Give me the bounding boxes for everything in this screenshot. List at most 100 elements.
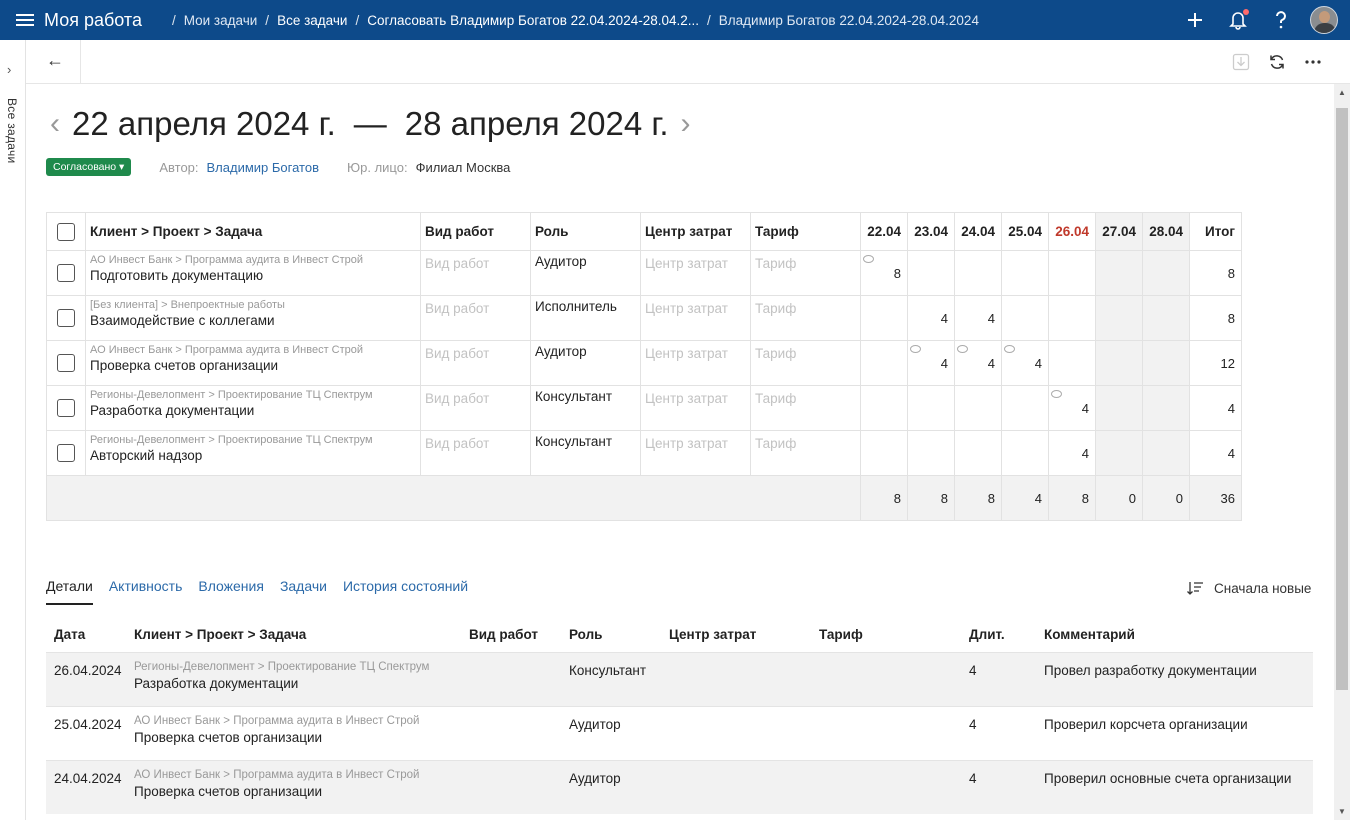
work-cell[interactable]: Вид работ: [420, 295, 531, 341]
day-cell[interactable]: 4: [1048, 385, 1096, 431]
day-cell[interactable]: [1001, 430, 1049, 476]
day-cell[interactable]: [954, 385, 1002, 431]
day-cell[interactable]: [1142, 385, 1190, 431]
scroll-down-icon[interactable]: ▼: [1338, 807, 1346, 816]
comment-icon[interactable]: [957, 345, 968, 353]
rate-cell[interactable]: Тариф: [750, 385, 861, 431]
grid-row[interactable]: АО Инвест Банк > Программа аудита в Инве…: [46, 250, 1242, 296]
role-cell[interactable]: Аудитор: [530, 250, 641, 296]
work-cell[interactable]: Вид работ: [420, 430, 531, 476]
tab-tasks[interactable]: Задачи: [280, 578, 327, 605]
day-cell[interactable]: [1001, 295, 1049, 341]
day-cell[interactable]: [1095, 430, 1143, 476]
breadcrumb-all-tasks[interactable]: Все задачи: [277, 13, 347, 28]
cost-center-cell[interactable]: Центр затрат: [640, 250, 751, 296]
rate-cell[interactable]: Тариф: [750, 250, 861, 296]
refresh-icon[interactable]: [1266, 51, 1288, 73]
day-cell[interactable]: [1095, 250, 1143, 296]
day-cell[interactable]: 4: [1048, 430, 1096, 476]
task-cell[interactable]: Регионы-Девелопмент > Проектирование ТЦ …: [85, 385, 421, 431]
day-cell[interactable]: [1048, 340, 1096, 386]
tab-state-history[interactable]: История состояний: [343, 578, 468, 605]
day-cell[interactable]: 4: [907, 295, 955, 341]
task-cell[interactable]: АО Инвест Банк > Программа аудита в Инве…: [85, 340, 421, 386]
next-period-icon[interactable]: ›: [681, 107, 691, 141]
comment-icon[interactable]: [1051, 390, 1062, 398]
day-cell[interactable]: [1142, 340, 1190, 386]
day-cell[interactable]: [1095, 385, 1143, 431]
plus-icon[interactable]: [1181, 6, 1209, 34]
role-cell[interactable]: Аудитор: [530, 340, 641, 386]
author-link[interactable]: Владимир Богатов: [207, 160, 319, 175]
comment-icon[interactable]: [910, 345, 921, 353]
tab-details[interactable]: Детали: [46, 578, 93, 605]
day-cell[interactable]: [907, 385, 955, 431]
day-cell[interactable]: [1142, 430, 1190, 476]
rate-cell[interactable]: Тариф: [750, 430, 861, 476]
day-cell[interactable]: [1095, 340, 1143, 386]
more-icon[interactable]: [1302, 51, 1324, 73]
row-checkbox[interactable]: [57, 354, 75, 372]
grid-row[interactable]: Регионы-Девелопмент > Проектирование ТЦ …: [46, 430, 1242, 476]
role-cell[interactable]: Консультант: [530, 385, 641, 431]
work-cell[interactable]: Вид работ: [420, 340, 531, 386]
detail-row[interactable]: 24.04.2024 АО Инвест Банк > Программа ауд…: [46, 759, 1313, 814]
work-cell[interactable]: Вид работ: [420, 250, 531, 296]
day-cell[interactable]: [954, 430, 1002, 476]
day-cell[interactable]: 8: [860, 250, 908, 296]
day-cell[interactable]: [1001, 385, 1049, 431]
row-checkbox[interactable]: [57, 309, 75, 327]
task-cell[interactable]: Регионы-Девелопмент > Проектирование ТЦ …: [85, 430, 421, 476]
select-all-checkbox[interactable]: [57, 222, 75, 241]
detail-row[interactable]: 25.04.2024 АО Инвест Банк > Программа ауд…: [46, 705, 1313, 760]
status-badge[interactable]: Согласовано ▾: [46, 158, 132, 176]
task-cell[interactable]: АО Инвест Банк > Программа аудита в Инве…: [85, 250, 421, 296]
help-icon[interactable]: [1267, 6, 1295, 34]
day-cell[interactable]: [907, 250, 955, 296]
day-cell[interactable]: [1142, 295, 1190, 341]
day-cell[interactable]: [860, 385, 908, 431]
day-cell[interactable]: [907, 430, 955, 476]
comment-icon[interactable]: [1004, 345, 1015, 353]
day-cell[interactable]: [860, 295, 908, 341]
comment-icon[interactable]: [863, 255, 874, 263]
day-cell[interactable]: [860, 340, 908, 386]
tab-attachments[interactable]: Вложения: [198, 578, 264, 605]
row-checkbox[interactable]: [57, 399, 75, 417]
app-title[interactable]: Моя работа: [44, 10, 142, 31]
day-cell[interactable]: 4: [907, 340, 955, 386]
grid-row[interactable]: АО Инвест Банк > Программа аудита в Инве…: [46, 340, 1242, 386]
day-cell[interactable]: [1095, 295, 1143, 341]
avatar[interactable]: [1310, 6, 1338, 34]
role-cell[interactable]: Исполнитель: [530, 295, 641, 341]
grid-row[interactable]: [Без клиента] > Внепроектные работы Взаим…: [46, 295, 1242, 341]
day-cell[interactable]: [1001, 250, 1049, 296]
detail-row[interactable]: 26.04.2024 Регионы-Девелопмент > Проектир…: [46, 651, 1313, 706]
day-cell[interactable]: [1048, 250, 1096, 296]
row-checkbox[interactable]: [57, 444, 75, 462]
cost-center-cell[interactable]: Центр затрат: [640, 340, 751, 386]
role-cell[interactable]: Консультант: [530, 430, 641, 476]
cost-center-cell[interactable]: Центр затрат: [640, 385, 751, 431]
day-cell[interactable]: 4: [954, 340, 1002, 386]
breadcrumb-my-tasks[interactable]: Мои задачи: [184, 13, 258, 28]
chevron-right-icon[interactable]: ›: [7, 62, 11, 77]
cost-center-cell[interactable]: Центр затрат: [640, 295, 751, 341]
day-cell[interactable]: 4: [954, 295, 1002, 341]
back-arrow-icon[interactable]: ←: [46, 50, 64, 71]
grid-row[interactable]: Регионы-Девелопмент > Проектирование ТЦ …: [46, 385, 1242, 431]
scrollbar[interactable]: ▲ ▼: [1334, 84, 1350, 820]
scroll-up-icon[interactable]: ▲: [1338, 88, 1346, 97]
breadcrumb-approval-task[interactable]: Согласовать Владимир Богатов 22.04.2024-…: [367, 13, 699, 28]
day-cell[interactable]: [954, 250, 1002, 296]
task-cell[interactable]: [Без клиента] > Внепроектные работы Взаим…: [85, 295, 421, 341]
work-cell[interactable]: Вид работ: [420, 385, 531, 431]
rate-cell[interactable]: Тариф: [750, 340, 861, 386]
scroll-thumb[interactable]: [1336, 108, 1348, 690]
download-icon[interactable]: [1230, 51, 1252, 73]
sort-button[interactable]: Сначала новые: [1186, 580, 1311, 596]
day-cell[interactable]: 4: [1001, 340, 1049, 386]
prev-period-icon[interactable]: ‹: [50, 107, 60, 141]
rail-all-tasks[interactable]: Все задачи: [5, 98, 19, 164]
day-cell[interactable]: [1048, 295, 1096, 341]
